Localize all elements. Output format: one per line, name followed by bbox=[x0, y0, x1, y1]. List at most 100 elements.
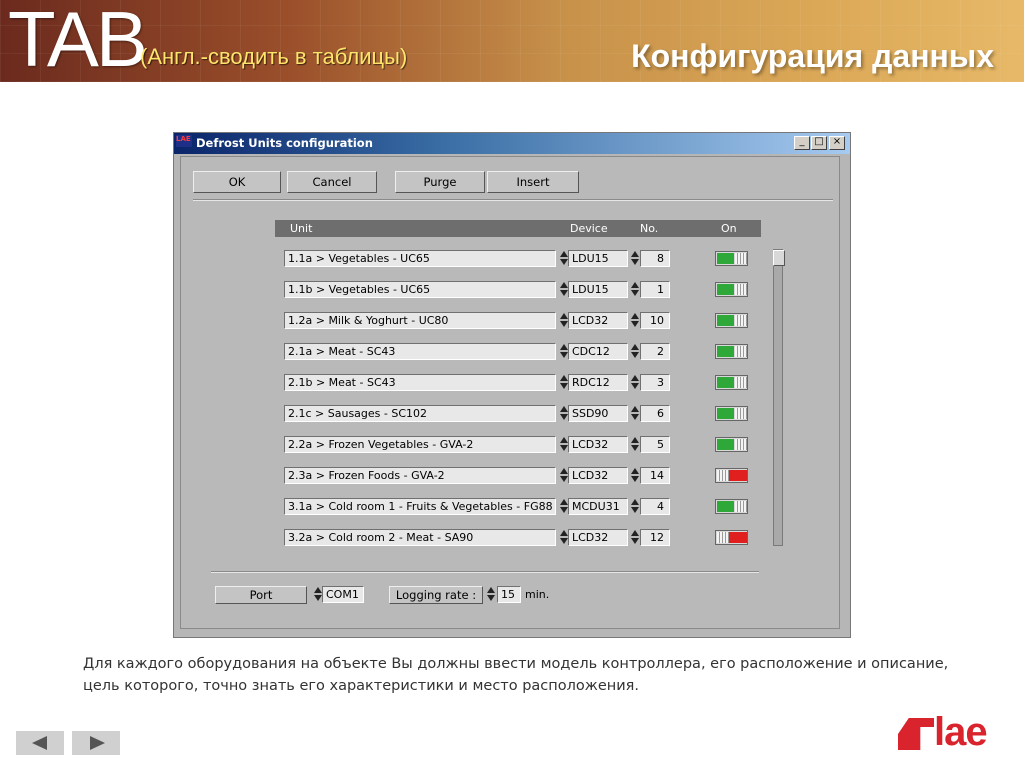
table-header: Unit Device No. On bbox=[275, 220, 761, 237]
device-field[interactable]: LCD32 bbox=[568, 436, 628, 453]
number-field[interactable]: 14 bbox=[640, 467, 670, 484]
on-toggle[interactable] bbox=[715, 437, 748, 452]
tab-logo-text: TAB bbox=[8, 0, 148, 82]
purge-button[interactable]: Purge bbox=[395, 171, 485, 193]
device-field[interactable]: SSD90 bbox=[568, 405, 628, 422]
header-subtitle: (Англ.-сводить в таблицы) bbox=[140, 44, 408, 69]
unit-spinner-icon[interactable] bbox=[560, 250, 568, 267]
lae-logo-text: lae bbox=[934, 710, 988, 754]
toggle-knob bbox=[735, 253, 747, 264]
toggle-knob bbox=[735, 315, 747, 326]
toggle-knob bbox=[735, 346, 747, 357]
unit-spinner-icon[interactable] bbox=[560, 374, 568, 391]
minimize-button[interactable]: _ bbox=[794, 136, 810, 150]
number-field[interactable]: 1 bbox=[640, 281, 670, 298]
device-spinner-icon[interactable] bbox=[631, 250, 639, 267]
toggle-fill bbox=[717, 377, 734, 388]
on-toggle[interactable] bbox=[715, 530, 748, 545]
close-button[interactable]: × bbox=[829, 136, 845, 150]
port-button[interactable]: Port bbox=[215, 586, 307, 604]
logging-rate-button[interactable]: Logging rate : bbox=[389, 586, 483, 604]
unit-spinner-icon[interactable] bbox=[560, 281, 568, 298]
maximize-button[interactable]: □ bbox=[811, 136, 827, 150]
number-field[interactable]: 10 bbox=[640, 312, 670, 329]
table-scrollbar[interactable] bbox=[773, 249, 785, 546]
on-toggle[interactable] bbox=[715, 499, 748, 514]
footer-divider bbox=[211, 571, 759, 573]
on-toggle[interactable] bbox=[715, 468, 748, 483]
toggle-knob bbox=[717, 470, 729, 481]
ok-button[interactable]: OK bbox=[193, 171, 281, 193]
prev-slide-button[interactable] bbox=[16, 731, 64, 755]
on-toggle[interactable] bbox=[715, 251, 748, 266]
port-field[interactable]: COM1 bbox=[322, 586, 364, 603]
number-field[interactable]: 2 bbox=[640, 343, 670, 360]
unit-field[interactable]: 2.1b > Meat - SC43 bbox=[284, 374, 556, 391]
slide-header: TAB (Англ.-сводить в таблицы) Конфигурац… bbox=[0, 0, 1024, 82]
number-field[interactable]: 6 bbox=[640, 405, 670, 422]
device-spinner-icon[interactable] bbox=[631, 374, 639, 391]
logging-rate-unit: min. bbox=[525, 588, 550, 601]
column-device: Device bbox=[570, 222, 608, 235]
device-field[interactable]: CDC12 bbox=[568, 343, 628, 360]
number-field[interactable]: 8 bbox=[640, 250, 670, 267]
device-field[interactable]: LDU15 bbox=[568, 281, 628, 298]
on-toggle[interactable] bbox=[715, 406, 748, 421]
unit-field[interactable]: 2.1a > Meat - SC43 bbox=[284, 343, 556, 360]
port-spinner-icon[interactable] bbox=[314, 586, 322, 603]
unit-spinner-icon[interactable] bbox=[560, 405, 568, 422]
device-spinner-icon[interactable] bbox=[631, 529, 639, 546]
device-spinner-icon[interactable] bbox=[631, 343, 639, 360]
on-toggle[interactable] bbox=[715, 375, 748, 390]
unit-spinner-icon[interactable] bbox=[560, 343, 568, 360]
logging-rate-field[interactable]: 15 bbox=[497, 586, 521, 603]
device-spinner-icon[interactable] bbox=[631, 281, 639, 298]
toggle-fill bbox=[717, 501, 734, 512]
number-field[interactable]: 5 bbox=[640, 436, 670, 453]
app-icon: LAE bbox=[176, 135, 192, 147]
device-field[interactable]: LCD32 bbox=[568, 529, 628, 546]
toggle-fill bbox=[729, 532, 747, 543]
device-spinner-icon[interactable] bbox=[631, 436, 639, 453]
unit-field[interactable]: 1.1b > Vegetables - UC65 bbox=[284, 281, 556, 298]
toggle-knob bbox=[735, 439, 747, 450]
logging-rate-spinner-icon[interactable] bbox=[487, 586, 495, 603]
device-spinner-icon[interactable] bbox=[631, 467, 639, 484]
unit-spinner-icon[interactable] bbox=[560, 436, 568, 453]
device-field[interactable]: MCDU31 bbox=[568, 498, 628, 515]
number-field[interactable]: 12 bbox=[640, 529, 670, 546]
device-field[interactable]: LDU15 bbox=[568, 250, 628, 267]
device-field[interactable]: LCD32 bbox=[568, 312, 628, 329]
toggle-fill bbox=[717, 346, 734, 357]
unit-field[interactable]: 1.1a > Vegetables - UC65 bbox=[284, 250, 556, 267]
unit-spinner-icon[interactable] bbox=[560, 467, 568, 484]
window-titlebar[interactable]: LAE Defrost Units configuration _ □ × bbox=[174, 133, 850, 154]
device-field[interactable]: LCD32 bbox=[568, 467, 628, 484]
device-field[interactable]: RDC12 bbox=[568, 374, 628, 391]
toggle-fill bbox=[717, 315, 734, 326]
on-toggle[interactable] bbox=[715, 344, 748, 359]
window-title: Defrost Units configuration bbox=[196, 136, 373, 150]
cancel-button[interactable]: Cancel bbox=[287, 171, 377, 193]
device-spinner-icon[interactable] bbox=[631, 405, 639, 422]
insert-button[interactable]: Insert bbox=[487, 171, 579, 193]
on-toggle[interactable] bbox=[715, 313, 748, 328]
next-slide-button[interactable] bbox=[72, 731, 120, 755]
unit-field[interactable]: 2.2a > Frozen Vegetables - GVA-2 bbox=[284, 436, 556, 453]
toggle-knob bbox=[735, 377, 747, 388]
on-toggle[interactable] bbox=[715, 282, 748, 297]
unit-spinner-icon[interactable] bbox=[560, 498, 568, 515]
toggle-knob bbox=[717, 532, 729, 543]
unit-spinner-icon[interactable] bbox=[560, 312, 568, 329]
unit-field[interactable]: 2.1c > Sausages - SC102 bbox=[284, 405, 556, 422]
device-spinner-icon[interactable] bbox=[631, 498, 639, 515]
number-field[interactable]: 4 bbox=[640, 498, 670, 515]
unit-field[interactable]: 1.2a > Milk & Yoghurt - UC80 bbox=[284, 312, 556, 329]
scrollbar-thumb[interactable] bbox=[773, 250, 785, 266]
unit-field[interactable]: 3.1a > Cold room 1 - Fruits & Vegetables… bbox=[284, 498, 556, 515]
unit-spinner-icon[interactable] bbox=[560, 529, 568, 546]
number-field[interactable]: 3 bbox=[640, 374, 670, 391]
device-spinner-icon[interactable] bbox=[631, 312, 639, 329]
unit-field[interactable]: 3.2a > Cold room 2 - Meat - SA90 bbox=[284, 529, 556, 546]
unit-field[interactable]: 2.3a > Frozen Foods - GVA-2 bbox=[284, 467, 556, 484]
